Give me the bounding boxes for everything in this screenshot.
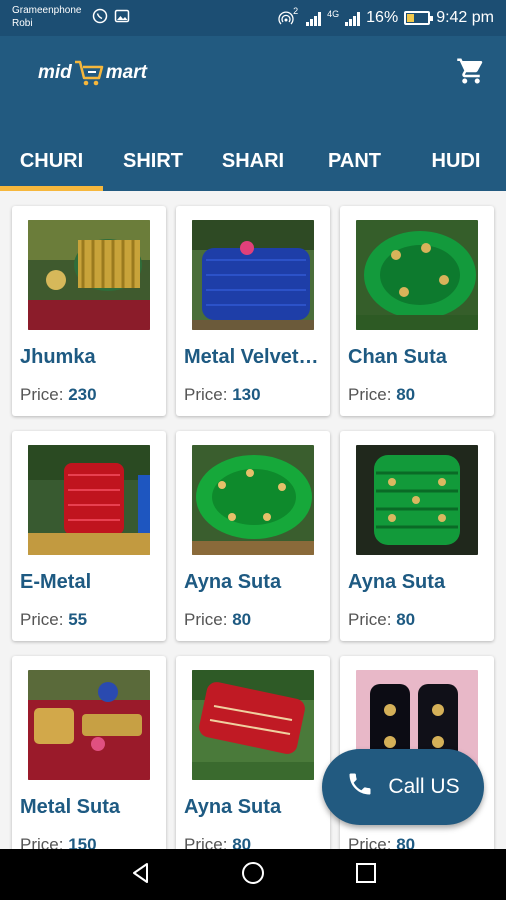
tab-hudi[interactable]: HUDI <box>406 142 506 182</box>
product-price: Price: 80 <box>348 385 415 405</box>
price-value: 80 <box>396 835 416 849</box>
product-card[interactable]: Jhumka Price: 230 <box>12 206 166 416</box>
tab-churi[interactable]: CHURI <box>0 142 103 182</box>
logo-cart-icon <box>73 58 105 88</box>
product-image <box>192 220 314 330</box>
product-name: Ayna Suta <box>348 571 446 593</box>
product-image <box>356 445 478 555</box>
signal-icon <box>306 10 322 26</box>
product-name: Ayna Suta <box>184 796 282 818</box>
tab-shirt[interactable]: SHIRT <box>103 142 203 182</box>
status-bar: Grameenphone Robi 2 4G 16% 9:42 pm <box>0 0 506 36</box>
recents-button[interactable] <box>352 861 380 889</box>
price-value: 80 <box>232 835 252 849</box>
price-label: Price: <box>184 385 228 404</box>
price-value: 130 <box>232 385 261 404</box>
price-label: Price: <box>348 385 392 404</box>
hotspot-icon: 2 <box>278 6 300 26</box>
system-indicators: 2 4G 16% 9:42 pm <box>278 6 494 27</box>
price-label: Price: <box>20 610 64 629</box>
back-icon <box>129 861 153 890</box>
tab-pant[interactable]: PANT <box>303 142 406 182</box>
hotspot-badge: 2 <box>293 6 299 16</box>
product-name: Chan Suta <box>348 346 447 368</box>
carrier-name-1: Grameenphone <box>12 5 82 16</box>
price-value: 80 <box>232 610 252 629</box>
price-value: 230 <box>68 385 97 404</box>
product-name: Ayna Suta <box>184 571 282 593</box>
whatsapp-icon <box>92 8 108 24</box>
tab-shari[interactable]: SHARI <box>203 142 303 182</box>
signal-icon-2 <box>345 10 361 26</box>
system-nav-bar <box>0 849 506 900</box>
product-image <box>356 220 478 330</box>
price-label: Price: <box>184 610 228 629</box>
call-us-button[interactable]: Call US <box>322 749 484 825</box>
product-card[interactable]: Chan Suta Price: 80 <box>340 206 494 416</box>
product-price: Price: 150 <box>20 835 97 849</box>
price-value: 80 <box>396 610 416 629</box>
clock: 9:42 pm <box>436 9 494 26</box>
product-card[interactable]: Ayna Suta Price: 80 <box>340 431 494 641</box>
product-price: Price: 80 <box>184 610 251 630</box>
phone-icon <box>346 770 374 804</box>
product-price: Price: 130 <box>184 385 261 405</box>
product-name: Metal Suta <box>20 796 121 818</box>
logo-text-right: mart <box>105 62 147 83</box>
midmart-logo[interactable]: mid mart <box>38 58 147 88</box>
cart-button[interactable] <box>454 56 488 90</box>
battery-percent: 16% <box>366 9 399 26</box>
product-card[interactable]: E-Metal Price: 55 <box>12 431 166 641</box>
price-label: Price: <box>348 610 392 629</box>
price-value: 80 <box>396 385 416 404</box>
price-label: Price: <box>20 835 64 849</box>
product-card[interactable]: Ayna Suta Price: 80 <box>176 431 330 641</box>
product-price: Price: 55 <box>20 610 87 630</box>
gallery-icon <box>114 8 130 24</box>
product-image <box>192 670 314 780</box>
call-us-label: Call US <box>388 775 460 798</box>
product-name: E-Metal <box>20 571 92 593</box>
home-icon <box>240 860 266 891</box>
product-name: Jhumka <box>20 346 96 368</box>
product-image <box>28 220 150 330</box>
product-price: Price: 80 <box>184 835 251 849</box>
carrier-info: Grameenphone Robi <box>12 4 82 30</box>
product-image <box>192 445 314 555</box>
price-label: Price: <box>184 835 228 849</box>
app-bar: mid mart CHURI SHIRT SHARI PANT HUDI <box>0 36 506 191</box>
product-card[interactable]: Metal Suta Price: 150 <box>12 656 166 849</box>
network-type: 4G <box>327 9 340 19</box>
product-card[interactable]: Metal Velvet… Price: 130 <box>176 206 330 416</box>
product-price: Price: 80 <box>348 610 415 630</box>
logo-text-left: mid <box>38 62 72 83</box>
carrier-name-2: Robi <box>12 18 33 29</box>
product-price: Price: 80 <box>348 835 415 849</box>
product-card[interactable]: Ayna Suta Price: 80 <box>176 656 330 849</box>
product-name: Metal Velvet… <box>184 346 319 368</box>
price-label: Price: <box>348 835 392 849</box>
price-label: Price: <box>20 385 64 404</box>
battery-icon <box>404 11 434 25</box>
product-price: Price: 230 <box>20 385 97 405</box>
cart-icon <box>456 56 486 91</box>
home-button[interactable] <box>239 861 267 889</box>
product-image <box>28 445 150 555</box>
price-value: 55 <box>68 610 88 629</box>
product-image <box>28 670 150 780</box>
category-tabs: CHURI SHIRT SHARI PANT HUDI <box>0 134 506 191</box>
price-value: 150 <box>68 835 97 849</box>
recents-icon <box>355 862 377 889</box>
back-button[interactable] <box>127 861 155 889</box>
